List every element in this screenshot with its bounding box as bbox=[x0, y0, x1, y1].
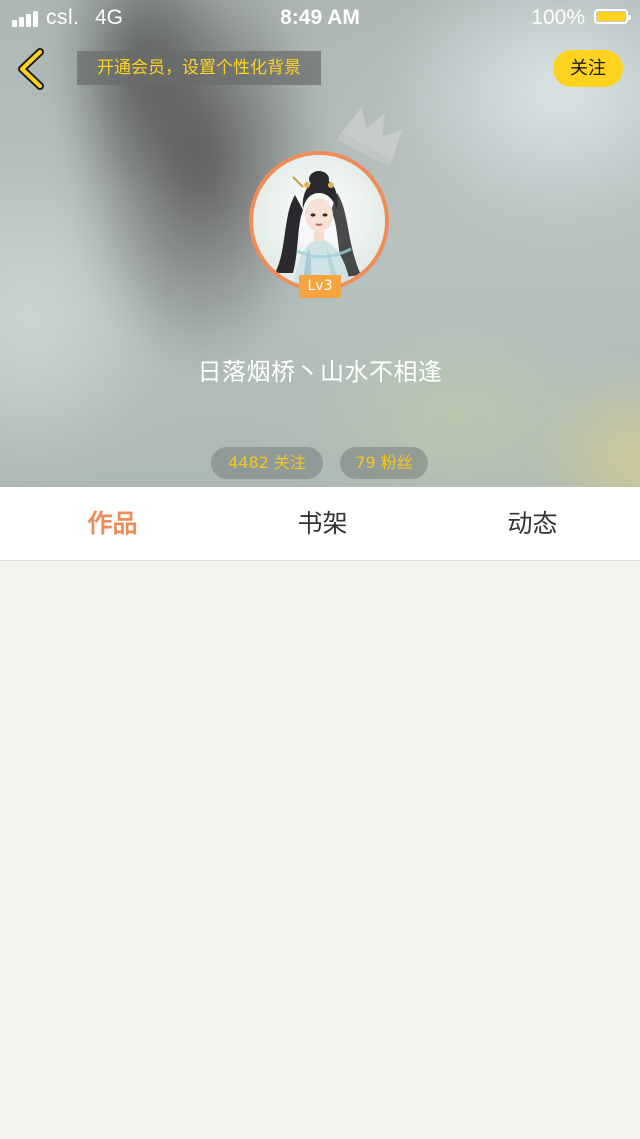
tab-bookshelf[interactable]: 书架 bbox=[216, 487, 429, 560]
battery-icon bbox=[594, 9, 631, 24]
avatar-portrait-image bbox=[253, 155, 385, 287]
tab-activity[interactable]: 动态 bbox=[426, 487, 639, 560]
fans-count[interactable]: 79 粉丝 bbox=[340, 447, 428, 479]
following-count[interactable]: 4482 关注 bbox=[211, 447, 323, 479]
profile-stats: 4482 关注 79 粉丝 bbox=[0, 447, 640, 479]
avatar-container[interactable]: Lv3 bbox=[249, 151, 389, 298]
profile-tabs: 作品 书架 动态 bbox=[0, 487, 640, 561]
tab-works[interactable]: 作品 bbox=[6, 487, 219, 560]
level-badge: Lv3 bbox=[299, 275, 341, 298]
battery-percentage: 100% bbox=[531, 6, 585, 29]
back-button[interactable] bbox=[10, 44, 58, 94]
avatar[interactable] bbox=[249, 151, 389, 291]
profile-screen: csl. 4G 8:49 AM 100% 开通会员，设置个性化背景 关注 Lv3… bbox=[0, 0, 640, 1139]
status-bar: csl. 4G 8:49 AM 100% bbox=[0, 0, 640, 36]
tab-content-area bbox=[0, 561, 640, 1139]
profile-header-background: csl. 4G 8:49 AM 100% 开通会员，设置个性化背景 关注 Lv3… bbox=[0, 0, 640, 487]
chevron-left-icon bbox=[18, 48, 44, 90]
username: 日落烟桥丶山水不相逢 bbox=[197, 358, 443, 386]
follow-button[interactable]: 关注 bbox=[553, 50, 623, 87]
vip-background-banner[interactable]: 开通会员，设置个性化背景 bbox=[77, 51, 321, 85]
battery-fill bbox=[597, 12, 625, 21]
